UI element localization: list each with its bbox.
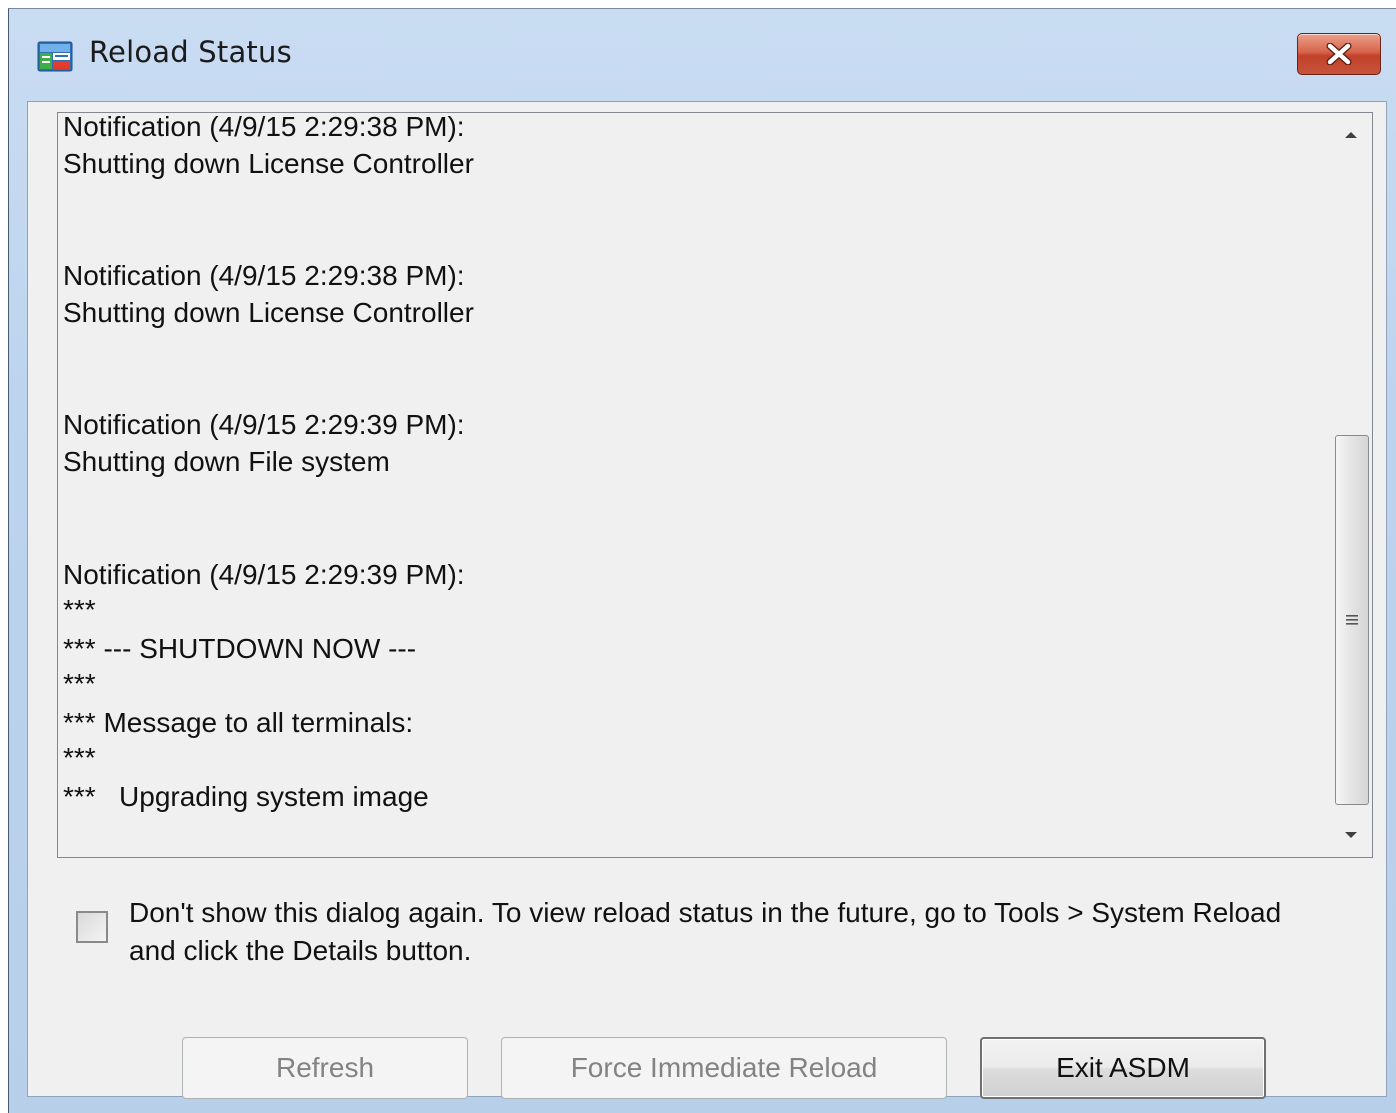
- log-line: Shutting down License Controller: [63, 148, 474, 179]
- vertical-scrollbar[interactable]: [1330, 113, 1372, 857]
- log-line: ***: [63, 668, 96, 699]
- dialog-content: Notification (4/9/15 2:29:38 PM): Shutti…: [27, 101, 1387, 1099]
- force-immediate-reload-button[interactable]: Force Immediate Reload: [501, 1037, 947, 1099]
- log-line: Shutting down License Controller: [63, 297, 474, 328]
- log-line: Notification (4/9/15 2:29:38 PM):: [63, 112, 465, 142]
- reload-status-log[interactable]: Notification (4/9/15 2:29:38 PM): Shutti…: [57, 112, 1373, 858]
- log-line: *** Upgrading system image: [63, 781, 429, 812]
- scroll-up-button[interactable]: [1330, 113, 1372, 157]
- scroll-thumb-grip-icon: [1346, 615, 1358, 625]
- reload-status-window: Reload Status Notification (4/9/15 2:29:…: [8, 8, 1396, 1113]
- log-line: Shutting down File system: [63, 446, 390, 477]
- log-line: Notification (4/9/15 2:29:39 PM):: [63, 409, 465, 440]
- exit-asdm-button[interactable]: Exit ASDM: [980, 1037, 1266, 1099]
- log-line: Notification (4/9/15 2:29:39 PM):: [63, 559, 465, 590]
- log-line: *** --- SHUTDOWN NOW ---: [63, 633, 417, 664]
- scroll-down-button[interactable]: [1330, 813, 1372, 857]
- close-icon: [1326, 43, 1352, 65]
- scroll-thumb[interactable]: [1335, 435, 1369, 805]
- log-line: *** Message to all terminals:: [63, 707, 414, 738]
- scroll-down-arrow-icon: [1345, 832, 1357, 838]
- window-title: Reload Status: [89, 35, 292, 69]
- close-button[interactable]: [1297, 33, 1381, 75]
- scroll-up-arrow-icon: [1345, 132, 1357, 138]
- title-bar[interactable]: Reload Status: [9, 9, 1396, 99]
- log-line: ***: [63, 594, 96, 625]
- log-line: ***: [63, 742, 96, 773]
- refresh-button[interactable]: Refresh: [182, 1037, 468, 1099]
- dont-show-again-label[interactable]: Don't show this dialog again. To view re…: [129, 894, 1289, 970]
- dont-show-again-checkbox[interactable]: [76, 911, 108, 943]
- asdm-app-icon: [37, 41, 73, 72]
- log-line: Notification (4/9/15 2:29:38 PM):: [63, 260, 465, 291]
